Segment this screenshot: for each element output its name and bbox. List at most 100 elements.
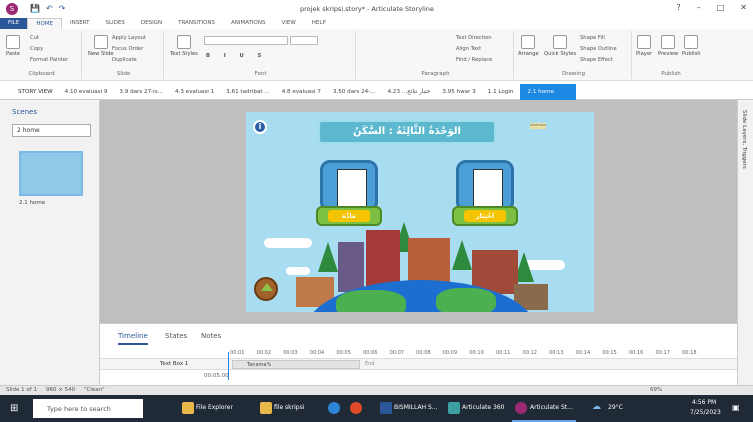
slide-size: 960 × 540 bbox=[46, 387, 76, 393]
close-button[interactable]: ✕ bbox=[740, 3, 747, 12]
player-button[interactable]: Player bbox=[636, 35, 652, 57]
slide-count: Slide 1 of 1 bbox=[6, 387, 37, 393]
taskbar-item-file-skripsi[interactable]: file skripsi bbox=[274, 404, 304, 411]
publish-icon bbox=[684, 35, 699, 49]
slide-tab[interactable]: 4.10 evaluasi 9 bbox=[59, 89, 114, 95]
scenes-panel: Scenes 2 home 2.1 home bbox=[0, 100, 100, 385]
story-view-tab[interactable]: STORY VIEW bbox=[0, 89, 59, 95]
minimize-button[interactable]: – bbox=[697, 3, 701, 12]
title-bar: S 💾 ↶ ↷ projek skripsi.story* - Articula… bbox=[0, 0, 753, 18]
clipboard-label: Clipboard bbox=[28, 71, 55, 77]
tab-timeline[interactable]: Timeline bbox=[118, 332, 148, 345]
tab-animations[interactable]: ANIMATIONS bbox=[223, 18, 274, 29]
status-bar: Slide 1 of 1 960 × 540 "Clean" 69% bbox=[0, 385, 753, 395]
weather-temp[interactable]: 29°C bbox=[608, 404, 623, 411]
storyline-app-icon: S bbox=[6, 3, 18, 15]
publish-button[interactable]: Publish bbox=[682, 35, 701, 57]
cloud bbox=[286, 267, 310, 275]
tab-view[interactable]: VIEW bbox=[273, 18, 303, 29]
tab-states[interactable]: States bbox=[165, 332, 187, 340]
copy-button[interactable]: Copy bbox=[30, 46, 43, 52]
slide-tab[interactable]: 3.50 dars 24-... bbox=[327, 89, 382, 95]
notification-icon[interactable]: ▣ bbox=[732, 403, 740, 412]
shape-outline-button[interactable]: Shape Outline bbox=[580, 46, 617, 52]
slide-tab[interactable]: 4.8 evaluasi 7 bbox=[276, 89, 327, 95]
preview-button[interactable]: Preview bbox=[658, 35, 678, 57]
slide-tab[interactable]: 3.9 dars 27-is... bbox=[113, 89, 169, 95]
material-button[interactable]: مَادَّة bbox=[316, 206, 382, 226]
font-family-select[interactable] bbox=[204, 36, 288, 45]
cut-button[interactable]: Cut bbox=[30, 35, 39, 41]
timeline-end-label: End bbox=[365, 361, 375, 367]
taskbar-search[interactable]: Type here to search bbox=[33, 399, 143, 418]
slide-tab[interactable]: 3.95 hwar 3 bbox=[436, 89, 481, 95]
file-explorer-icon bbox=[182, 402, 194, 414]
help-icon[interactable]: ? bbox=[676, 3, 680, 12]
drawing-group: Arrange Quick Styles Shape Fill Shape Ou… bbox=[516, 31, 632, 79]
slide-tab[interactable]: 3.61 tadribat ... bbox=[220, 89, 276, 95]
taskbar-item-word[interactable]: BISMILLAH S... bbox=[394, 404, 438, 411]
material-card[interactable]: مَادَّة bbox=[316, 160, 382, 230]
align-text-button[interactable]: Align Text bbox=[456, 46, 481, 52]
slide-tab[interactable]: 4.3 evaluasi 1 bbox=[169, 89, 220, 95]
scene-select[interactable]: 2 home bbox=[12, 124, 91, 137]
windows-start-icon[interactable]: ⊞ bbox=[10, 403, 18, 414]
apply-layout-button[interactable]: Apply Layout bbox=[112, 35, 146, 41]
slide-tab-active[interactable]: 2.1 home bbox=[519, 83, 577, 100]
timeline-time: 00:05.00 bbox=[204, 373, 229, 379]
redo-icon[interactable]: ↷ bbox=[59, 4, 66, 13]
tab-transitions[interactable]: TRANSITIONS bbox=[170, 18, 223, 29]
slide-group: New Slide Apply Layout Focus Order Dupli… bbox=[84, 31, 164, 79]
text-styles-button[interactable]: Text Styles bbox=[170, 35, 198, 57]
focus-order-button[interactable]: Focus Order bbox=[112, 46, 143, 52]
font-label: Font bbox=[254, 71, 267, 77]
slide-tab[interactable]: 1.1 Login bbox=[482, 89, 520, 95]
clock-time[interactable]: 4:56 PM bbox=[692, 399, 716, 406]
duplicate-button[interactable]: Duplicate bbox=[112, 57, 137, 63]
home-icon[interactable] bbox=[254, 277, 278, 301]
tab-help[interactable]: HELP bbox=[304, 18, 334, 29]
font-size-select[interactable] bbox=[290, 36, 318, 45]
undo-icon[interactable]: ↶ bbox=[46, 4, 53, 13]
taskbar-item-articulate-storyline[interactable]: Articulate St... bbox=[530, 404, 573, 411]
taskbar-item-file-explorer[interactable]: File Explorer bbox=[196, 404, 233, 411]
chrome-icon[interactable] bbox=[350, 402, 362, 414]
timeline-row[interactable]: Text Box 1 Tanama% End bbox=[100, 358, 737, 370]
maximize-button[interactable]: □ bbox=[717, 3, 725, 12]
player-icon bbox=[637, 35, 652, 49]
quiz-button[interactable]: اخْتِبَار bbox=[452, 206, 518, 226]
timeline-playhead[interactable] bbox=[228, 352, 229, 380]
font-group: Text Styles B I U S Font bbox=[166, 31, 356, 79]
shape-effect-button[interactable]: Shape Effect bbox=[580, 57, 613, 63]
slide: i الوَحْدَةُ الثَّالِثَةُ : السَّكَنُ ST… bbox=[246, 112, 594, 312]
tab-slides[interactable]: SLIDES bbox=[98, 18, 133, 29]
save-icon[interactable]: 💾 bbox=[30, 4, 40, 13]
text-direction-button[interactable]: Text Direction bbox=[456, 35, 492, 41]
shape-fill-button[interactable]: Shape Fill bbox=[580, 35, 605, 41]
taskbar-item-articulate-360[interactable]: Articulate 360 bbox=[462, 404, 504, 411]
format-painter-button[interactable]: Format Painter bbox=[30, 57, 68, 63]
tab-notes[interactable]: Notes bbox=[201, 332, 221, 340]
quiz-card[interactable]: اخْتِبَار bbox=[452, 160, 518, 230]
find-replace-button[interactable]: Find / Replace bbox=[456, 57, 492, 63]
tab-home[interactable]: HOME bbox=[27, 18, 63, 29]
new-slide-button[interactable]: New Slide bbox=[88, 35, 114, 57]
slide-layers-triggers-label[interactable]: Slide Layers, Triggers bbox=[741, 110, 747, 169]
tab-insert[interactable]: INSERT bbox=[62, 18, 97, 29]
paste-button[interactable]: Paste bbox=[6, 35, 20, 57]
zoom-level[interactable]: 69% bbox=[650, 387, 662, 393]
tree bbox=[452, 240, 472, 270]
tab-design[interactable]: DESIGN bbox=[133, 18, 170, 29]
quick-styles-button[interactable]: Quick Styles bbox=[544, 35, 576, 57]
info-icon[interactable]: i bbox=[253, 120, 267, 134]
slide-tab[interactable]: 4.23 ...ختبار نتائج bbox=[382, 89, 437, 95]
slide-thumbnail[interactable] bbox=[19, 151, 83, 196]
arrange-button[interactable]: Arrange bbox=[518, 35, 539, 57]
right-panel: Slide Layers, Triggers bbox=[737, 100, 753, 385]
bold-italic-underline-buttons[interactable]: B I U S bbox=[206, 53, 267, 59]
publish-label: Publish bbox=[661, 71, 681, 77]
timeline-object-bar[interactable]: Tanama% bbox=[232, 360, 360, 369]
edge-icon[interactable] bbox=[328, 402, 340, 414]
clock-date[interactable]: 7/25/2023 bbox=[690, 409, 721, 416]
tab-file[interactable]: FILE bbox=[0, 18, 28, 29]
